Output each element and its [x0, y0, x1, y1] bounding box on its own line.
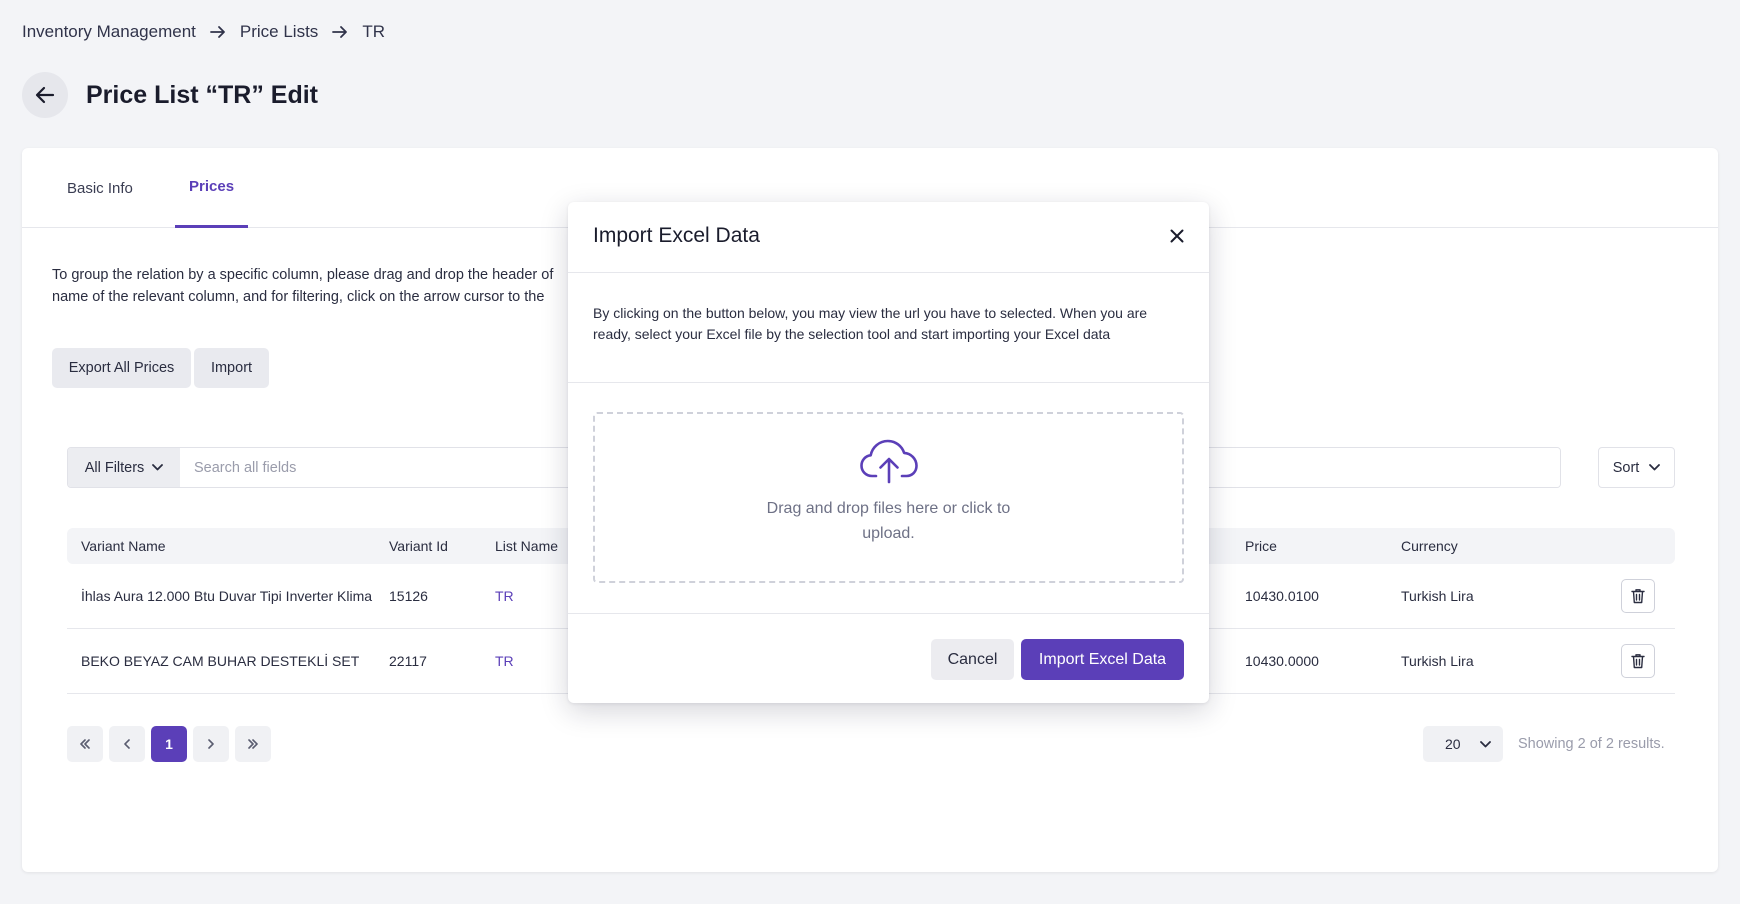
- arrow-left-icon: [35, 86, 55, 104]
- close-button[interactable]: [1165, 224, 1189, 248]
- breadcrumb-current: TR: [362, 22, 385, 41]
- cell-variant-id: 15126: [389, 588, 428, 604]
- page-header: Price List “TR” Edit: [22, 72, 318, 118]
- dropzone-text: Drag and drop files here or click to upl…: [766, 500, 1011, 542]
- arrow-right-icon: [332, 25, 348, 39]
- all-filters-label: All Filters: [84, 459, 145, 476]
- first-page-button[interactable]: [67, 726, 103, 762]
- delete-row-button[interactable]: [1621, 644, 1655, 678]
- cell-price: 10430.0000: [1245, 653, 1319, 669]
- sort-label: Sort: [1612, 459, 1640, 476]
- back-button[interactable]: [22, 72, 68, 118]
- cell-list-name-link[interactable]: TR: [495, 564, 514, 628]
- cell-currency: Turkish Lira: [1401, 588, 1474, 604]
- chevron-down-icon: [1480, 740, 1491, 747]
- tab-basic-info[interactable]: Basic Info: [53, 148, 147, 228]
- cell-list-name-link[interactable]: TR: [495, 629, 514, 693]
- chevron-left-icon: [124, 739, 130, 749]
- modal-title: Import Excel Data: [593, 224, 760, 247]
- page-size-select[interactable]: 20: [1423, 726, 1503, 762]
- all-filters-button[interactable]: All Filters: [68, 448, 180, 487]
- cell-price: 10430.0100: [1245, 588, 1319, 604]
- file-dropzone[interactable]: Drag and drop files here or click to upl…: [593, 412, 1184, 583]
- cloud-upload-icon: [860, 439, 918, 484]
- breadcrumb: Inventory Management Price Lists TR: [22, 22, 385, 42]
- import-button[interactable]: Import: [194, 348, 269, 388]
- help-text-line2: name of the relevant column, and for fil…: [52, 289, 545, 305]
- sort-button[interactable]: Sort: [1598, 447, 1675, 488]
- trash-icon: [1631, 654, 1645, 669]
- modal-description-line2: ready, select your Excel file by the sel…: [593, 326, 1111, 342]
- column-header-currency[interactable]: Currency: [1401, 528, 1458, 564]
- trash-icon: [1631, 589, 1645, 604]
- cancel-button[interactable]: Cancel: [931, 639, 1014, 680]
- modal-description: By clicking on the button below, you may…: [568, 273, 1209, 383]
- chevrons-left-icon: [80, 739, 90, 749]
- results-count: Showing 2 of 2 results.: [1518, 736, 1665, 752]
- help-text-line1: To group the relation by a specific colu…: [52, 267, 554, 283]
- help-text: To group the relation by a specific colu…: [52, 264, 612, 308]
- modal-header: Import Excel Data: [568, 202, 1209, 273]
- breadcrumb-inventory-management[interactable]: Inventory Management: [22, 22, 196, 42]
- page-size-value: 20: [1445, 736, 1461, 752]
- pagination: 1: [67, 726, 271, 762]
- column-header-price[interactable]: Price: [1245, 528, 1277, 564]
- tab-prices[interactable]: Prices: [175, 148, 249, 228]
- import-excel-modal: Import Excel Data By clicking on the but…: [568, 202, 1209, 703]
- breadcrumb-price-lists[interactable]: Price Lists: [240, 22, 318, 42]
- page-title: Price List “TR” Edit: [86, 80, 318, 109]
- page-button-current[interactable]: 1: [151, 726, 187, 762]
- previous-page-button[interactable]: [109, 726, 145, 762]
- arrow-right-icon: [209, 25, 226, 39]
- modal-description-line1: By clicking on the button below, you may…: [593, 305, 1148, 321]
- import-excel-data-button[interactable]: Import Excel Data: [1021, 639, 1184, 680]
- cell-variant-name: BEKO BEYAZ CAM BUHAR DESTEKLİ SET: [81, 653, 360, 669]
- column-header-list-name[interactable]: List Name: [495, 528, 558, 564]
- chevron-down-icon: [152, 464, 164, 471]
- last-page-button[interactable]: [235, 726, 271, 762]
- column-header-variant-id[interactable]: Variant Id: [389, 528, 448, 564]
- cell-currency: Turkish Lira: [1401, 653, 1474, 669]
- export-all-prices-button[interactable]: Export All Prices: [52, 348, 191, 388]
- chevron-down-icon: [1649, 464, 1661, 471]
- column-header-variant-name[interactable]: Variant Name: [81, 528, 166, 564]
- cell-variant-name: İhlas Aura 12.000 Btu Duvar Tipi Inverte…: [81, 588, 373, 604]
- chevrons-right-icon: [248, 739, 258, 749]
- close-icon: [1170, 229, 1184, 243]
- modal-footer: Cancel Import Excel Data: [568, 613, 1209, 703]
- delete-row-button[interactable]: [1621, 579, 1655, 613]
- chevron-right-icon: [208, 739, 214, 749]
- next-page-button[interactable]: [193, 726, 229, 762]
- cell-variant-id: 22117: [389, 653, 427, 669]
